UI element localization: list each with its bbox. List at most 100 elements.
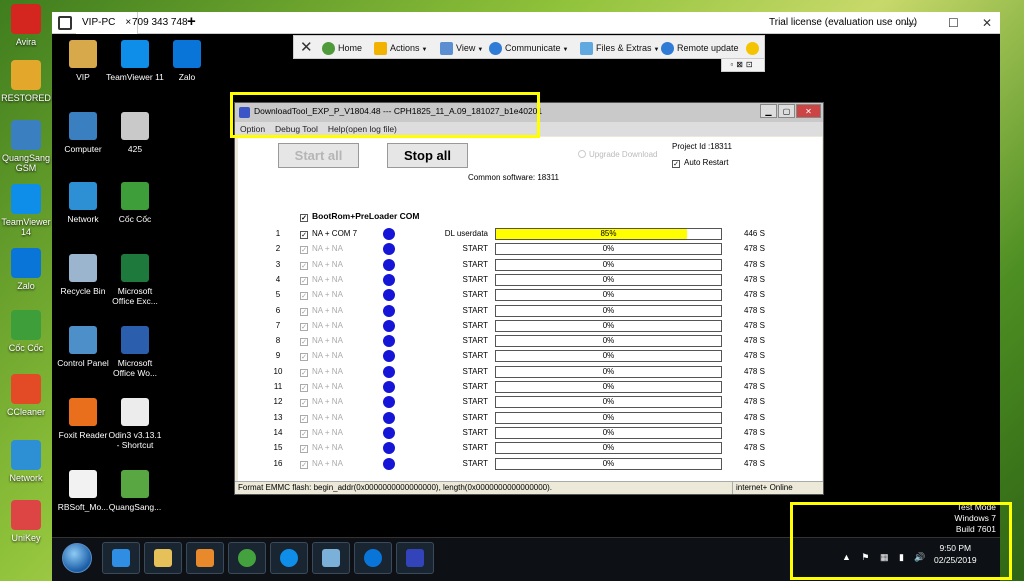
communicate-menu[interactable]: Communicate ▼ — [489, 36, 568, 60]
host-desktop-icon[interactable]: Zalo — [0, 248, 52, 291]
taskbar-downloadtool[interactable] — [396, 542, 434, 574]
remote-desktop-icon[interactable]: RBSoft_Mo... — [54, 470, 112, 512]
remote-desktop-icon[interactable]: Zalo — [158, 40, 216, 82]
auto-restart-checkbox[interactable]: ✓ Auto Restart — [672, 158, 728, 168]
port-status-text: START — [462, 351, 488, 361]
port-checkbox[interactable]: ✓ NA + NA — [300, 382, 343, 392]
host-desktop-icon[interactable]: UniKey — [0, 500, 52, 543]
port-checkbox[interactable]: ✓ NA + NA — [300, 260, 343, 270]
port-number: 11 — [273, 382, 283, 391]
remote-desktop-icon[interactable]: Cốc Cốc — [106, 182, 164, 224]
elapsed-time: 478 S — [744, 351, 765, 361]
taskbar-coccoc[interactable] — [228, 542, 266, 574]
view-menu[interactable]: View ▼ — [440, 36, 483, 60]
port-checkbox[interactable]: ✓ NA + NA — [300, 367, 343, 377]
start-all-button[interactable]: Start all — [278, 143, 359, 168]
upgrade-download-radio[interactable]: Upgrade Download — [578, 150, 658, 159]
host-desktop-icon[interactable]: CCleaner — [0, 374, 52, 417]
elapsed-time: 478 S — [744, 259, 765, 269]
port-label: NA + NA — [312, 427, 343, 437]
host-desktop-icon[interactable]: TeamViewer 14 — [0, 184, 52, 237]
port-checkbox[interactable]: ✓ NA + NA — [300, 443, 343, 454]
port-number: 15 — [273, 443, 283, 453]
host-desktop-icon[interactable]: RESTORED — [0, 60, 52, 103]
remote-desktop-icon[interactable]: Foxit Reader — [54, 398, 112, 440]
remote-update-button[interactable]: Remote update — [661, 36, 739, 60]
progress-percent: 0% — [602, 351, 615, 361]
remote-desktop-icon[interactable]: Computer — [54, 112, 112, 154]
port-number: 7 — [275, 320, 281, 330]
files-extras-menu[interactable]: Files & Extras ▼ — [580, 36, 659, 60]
port-checkbox[interactable]: ✓ NA + NA — [300, 397, 343, 408]
port-status-text: DL userdata — [444, 229, 488, 238]
port-checkbox[interactable]: ✓ NA + NA — [300, 306, 343, 316]
port-checkbox[interactable]: ✓ NA + NA — [300, 428, 343, 438]
port-checkbox[interactable]: ✓ NA + NA — [300, 459, 343, 469]
port-checkbox[interactable]: ✓ NA + NA — [300, 351, 343, 362]
remote-desktop-icon[interactable]: Network — [54, 182, 112, 224]
bootrom-preloader-checkbox[interactable]: ✓ BootRom+PreLoader COM — [300, 211, 419, 222]
port-checkbox[interactable]: ✓ NA + NA — [300, 290, 343, 301]
port-checkbox[interactable]: ✓ NA + NA — [300, 275, 343, 285]
remote-desktop-icon[interactable]: VIP — [54, 40, 112, 82]
toolbar-pin-controls[interactable]: ▫⊠⊡ — [721, 58, 765, 72]
progress-bar: 0% — [495, 442, 722, 455]
port-checkbox[interactable]: ✓ NA + COM 7 — [300, 229, 357, 239]
start-button[interactable] — [62, 543, 92, 573]
host-desktop-icon[interactable]: Cốc Cốc — [0, 310, 52, 353]
add-tab-button[interactable]: + — [187, 13, 196, 30]
elapsed-time: 478 S — [744, 244, 765, 254]
elapsed-time: 478 S — [744, 397, 765, 407]
host-desktop-icon[interactable]: Network — [0, 440, 52, 483]
taskbar-explorer[interactable] — [144, 542, 182, 574]
emoji-feedback-icon[interactable] — [746, 36, 762, 60]
minimize-button[interactable]: ▁ — [760, 104, 777, 118]
remote-desktop-icon[interactable]: Microsoft Office Exc... — [106, 254, 164, 306]
remote-desktop-icon[interactable]: Microsoft Office Wo... — [106, 326, 164, 378]
progress-bar: 0% — [495, 319, 722, 332]
icon-label: RBSoft_Mo... — [57, 502, 109, 512]
port-checkbox[interactable]: ✓ NA + NA — [300, 413, 343, 423]
icon-label: TeamViewer 14 — [1, 217, 51, 237]
host-desktop-icon[interactable]: QuangSang GSM — [0, 120, 52, 173]
taskbar-ie[interactable] — [102, 542, 140, 574]
actions-menu[interactable]: Actions ▼ — [374, 36, 427, 60]
taskbar-teamviewer[interactable] — [270, 542, 308, 574]
port-status-dot — [383, 258, 395, 271]
remote-desktop-icon[interactable]: 425 — [106, 112, 164, 154]
folder-icon — [154, 549, 172, 567]
remote-desktop-icon[interactable]: Recycle Bin — [54, 254, 112, 296]
progress-percent: 0% — [602, 274, 615, 284]
maximize-button[interactable]: ☐ — [948, 12, 959, 34]
port-checkbox[interactable]: ✓ NA + NA — [300, 244, 343, 255]
tab-remote-id[interactable]: 709 343 748 — [126, 12, 194, 34]
remote-desktop-icon[interactable]: Odin3 v3.13.1 - Shortcut — [106, 398, 164, 450]
home-button[interactable]: Home — [322, 36, 362, 60]
close-session-button[interactable]: ✕ — [300, 36, 313, 60]
stop-all-button[interactable]: Stop all — [387, 143, 468, 168]
icon-label: QuangSang... — [108, 502, 162, 512]
minimize-button[interactable]: — — [904, 12, 916, 34]
taskbar-media[interactable] — [186, 542, 224, 574]
teamviewer-logo-icon — [58, 16, 72, 30]
icon-label: Computer — [64, 144, 102, 154]
status-message: Format EMMC flash: begin_addr(0x00000000… — [238, 483, 552, 492]
progress-percent: 0% — [602, 336, 615, 346]
port-checkbox[interactable]: ✓ NA + NA — [300, 336, 343, 347]
taskbar-network[interactable] — [312, 542, 350, 574]
remote-desktop-icon[interactable]: TeamViewer 11 — [106, 40, 164, 82]
port-label: NA + COM 7 — [312, 229, 358, 238]
port-status-text: START — [462, 274, 488, 284]
remote-desktop-icon[interactable]: Control Panel — [54, 326, 112, 368]
progress-bar: 0% — [495, 243, 722, 256]
port-number: 5 — [275, 290, 281, 300]
host-desktop-icon[interactable]: Avira — [0, 4, 52, 47]
home-icon — [322, 42, 335, 56]
maximize-button[interactable]: ▢ — [778, 104, 795, 118]
close-button[interactable]: ✕ — [796, 104, 821, 118]
remote-desktop-icon[interactable]: QuangSang... — [106, 470, 164, 512]
port-checkbox[interactable]: ✓ NA + NA — [300, 321, 343, 331]
port-label: NA + NA — [312, 259, 343, 269]
close-window-button[interactable]: ✕ — [982, 12, 992, 34]
taskbar-zalo[interactable] — [354, 542, 392, 574]
